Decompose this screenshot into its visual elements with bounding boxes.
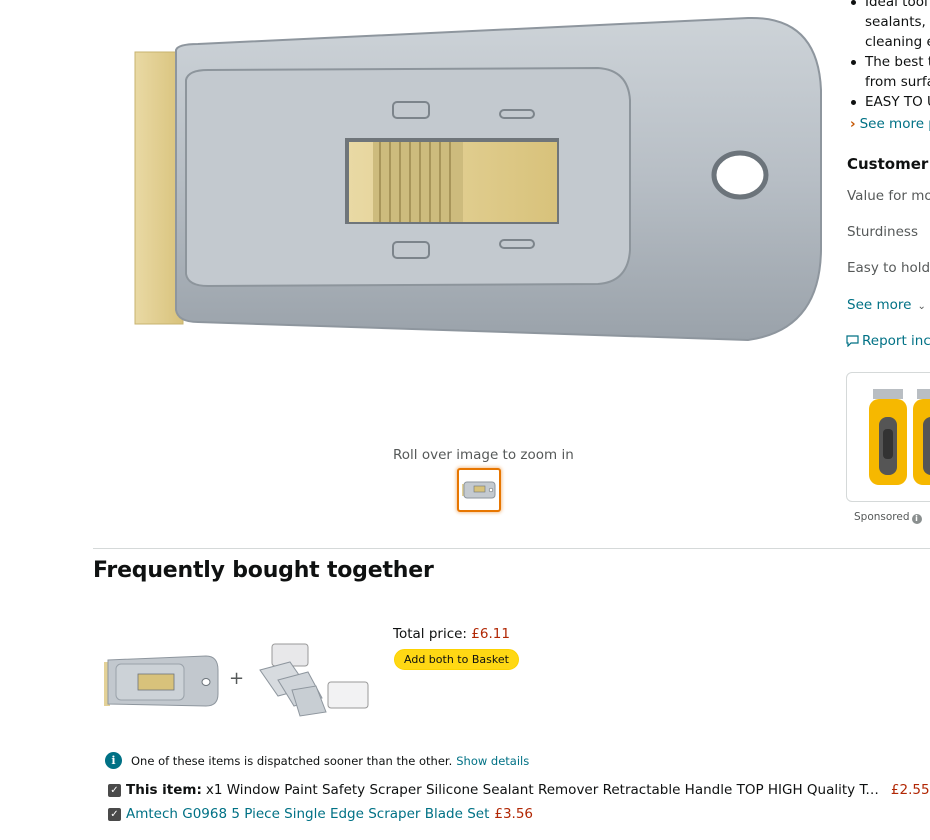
rating-feature-easy-to-hold: Easy to hold [847,260,930,276]
fbt-item-row: ✓ Amtech G0968 5 Piece Single Edge Scrap… [108,806,533,822]
item-title-link[interactable]: Amtech G0968 5 Piece Single Edge Scraper… [126,806,489,822]
report-link[interactable]: Report inc [846,333,930,349]
info-icon[interactable]: i [911,514,922,524]
rating-feature-value: Value for mo [847,188,930,204]
image-thumbnail[interactable] [457,468,501,512]
comment-icon [846,335,859,348]
fbt-item-row: ✓ This item: x1 Window Paint Safety Scra… [108,782,930,798]
info-icon: i [105,752,122,769]
item-checkbox[interactable]: ✓ [108,807,121,821]
item-price: £3.56 [494,806,534,822]
bullet-item-cont: cleaning e [865,34,930,50]
plus-sign: + [229,668,245,689]
bullet-item-cont: from surfa [865,74,930,90]
customer-ratings-heading: Customer r [847,155,930,173]
item-price: £2.55 [890,782,930,798]
chevron-right-icon: › [850,116,856,132]
fbt-item-image-blades[interactable] [250,640,372,720]
feature-bullets: Ideal tool f sealants, re cleaning e The… [850,0,930,112]
chevron-down-icon: ⌄ [917,301,926,312]
bullet-item: The best to [850,52,930,72]
fbt-item-image-scraper[interactable] [102,652,220,710]
see-more-product-details-link[interactable]: › See more p [850,116,930,132]
dispatch-notice: i One of these items is dispatched soone… [105,752,529,769]
fbt-heading: Frequently bought together [93,558,434,583]
main-product-image[interactable] [128,10,828,350]
sponsored-label: Sponsored i [854,511,922,524]
show-details-link[interactable]: Show details [456,754,529,768]
sponsored-product-ad[interactable] [846,372,930,502]
section-divider [93,548,930,549]
item-checkbox[interactable]: ✓ [108,783,121,797]
bullet-item: EASY TO U [850,92,930,112]
total-price: Total price: £6.11 [393,626,510,642]
rating-feature-sturdiness: Sturdiness [847,224,918,240]
see-more-ratings-link[interactable]: See more ⌄ [847,297,926,313]
bullet-item: Ideal tool f [850,0,930,12]
zoom-hint: Roll over image to zoom in [393,447,574,463]
item-title: x1 Window Paint Safety Scraper Silicone … [205,782,882,798]
add-both-to-basket-button[interactable]: Add both to Basket [394,649,519,670]
bullet-item-cont: sealants, re [865,14,930,30]
